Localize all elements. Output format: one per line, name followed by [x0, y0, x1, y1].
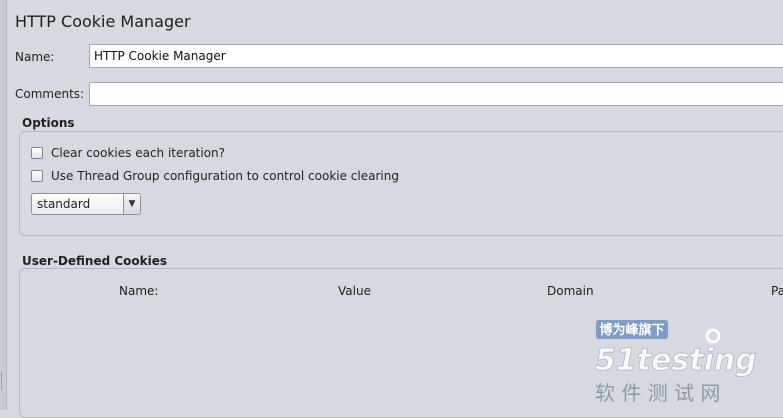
left-splitter[interactable] [0, 0, 7, 410]
name-input[interactable] [89, 44, 783, 68]
cookie-policy-value[interactable]: standard [32, 197, 123, 211]
name-label: Name: [15, 50, 55, 64]
clear-cookies-checkbox[interactable] [31, 147, 43, 159]
splitter-grip[interactable] [1, 372, 5, 390]
use-thread-group-checkbox[interactable] [31, 170, 43, 182]
column-header-name[interactable]: Name: [119, 284, 158, 298]
use-thread-group-label[interactable]: Use Thread Group configuration to contro… [51, 169, 399, 183]
column-header-value[interactable]: Value [338, 284, 371, 298]
comments-input[interactable] [89, 82, 783, 106]
page-title: HTTP Cookie Manager [15, 12, 191, 31]
chevron-down-icon[interactable]: ▼ [123, 194, 140, 214]
use-thread-group-option[interactable]: Use Thread Group configuration to contro… [31, 168, 399, 184]
clear-cookies-option[interactable]: Clear cookies each iteration? [31, 145, 225, 161]
cookie-policy-select[interactable]: standard ▼ [31, 193, 141, 215]
column-header-path[interactable]: Pa [771, 284, 783, 298]
comments-label: Comments: [15, 87, 85, 101]
options-title: Options [22, 116, 75, 130]
column-header-domain[interactable]: Domain [547, 284, 594, 298]
cookies-title: User-Defined Cookies [22, 254, 168, 268]
clear-cookies-label[interactable]: Clear cookies each iteration? [51, 146, 225, 160]
